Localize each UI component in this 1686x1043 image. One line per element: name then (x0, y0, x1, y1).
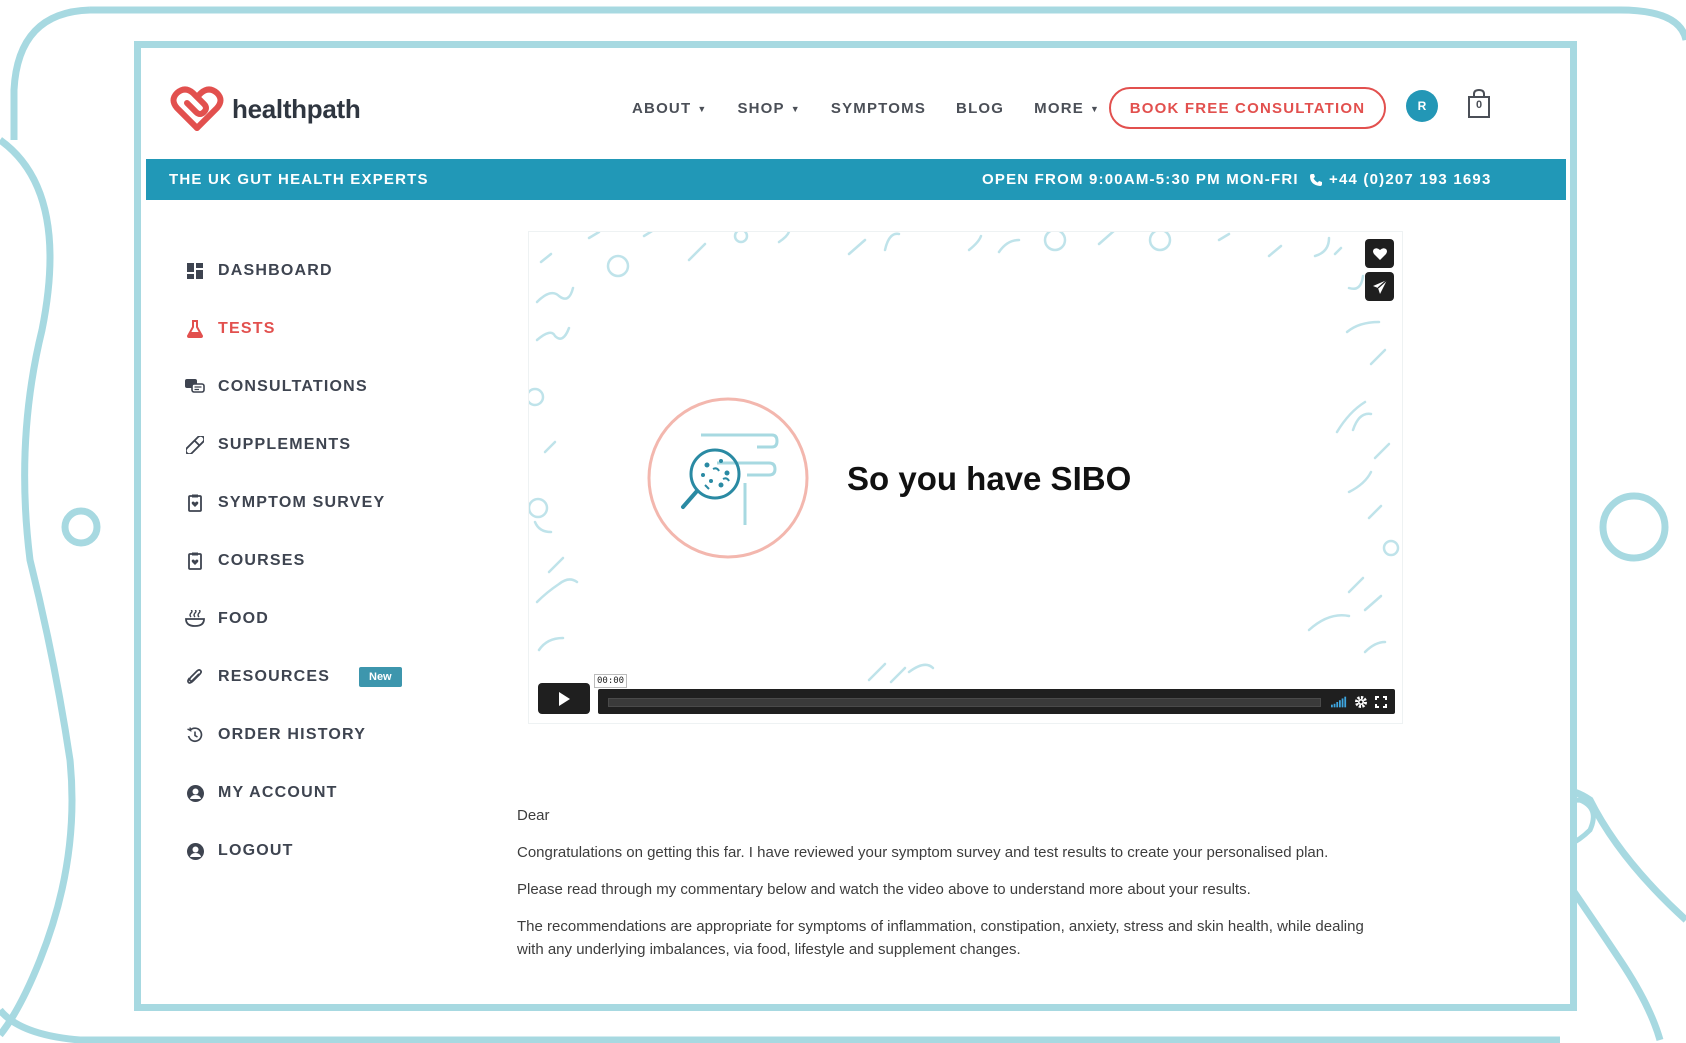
pill-icon (185, 435, 205, 455)
sidebar-item-label: LOGOUT (218, 842, 294, 859)
video-controls: 00:00 (538, 674, 1395, 714)
avatar[interactable]: R (1406, 90, 1438, 122)
sidebar-item-courses[interactable]: COURSES (185, 532, 475, 590)
like-button[interactable] (1365, 239, 1394, 268)
nav-more-label: MORE (1034, 100, 1084, 117)
caret-down-icon: ▼ (697, 103, 708, 114)
sidebar-item-label: DASHBOARD (218, 262, 333, 279)
caret-down-icon: ▼ (1089, 103, 1101, 114)
play-icon (559, 691, 570, 706)
microbe-magnifier-icon (647, 397, 809, 559)
heart-logo-icon (170, 86, 224, 131)
flask-icon (185, 319, 205, 339)
new-badge: New (359, 667, 402, 687)
sidebar-item-label: RESOURCES (218, 668, 331, 685)
play-button[interactable] (538, 683, 590, 714)
letter-greeting: Dear (517, 807, 550, 824)
site-header: healthpath ABOUT ▼ SHOP ▼ SYMPTOMS BLOG … (141, 48, 1570, 159)
video-player[interactable]: So you have SIBO 00:00 (528, 231, 1403, 724)
main-nav: ABOUT ▼ SHOP ▼ SYMPTOMS BLOG MORE ▼ (632, 100, 1130, 117)
sidebar-item-tests[interactable]: TESTS (185, 300, 475, 358)
user-icon (185, 841, 205, 861)
chat-icon (185, 377, 205, 397)
nav-more[interactable]: MORE ▼ (1034, 100, 1100, 117)
tagline: THE UK GUT HEALTH EXPERTS (169, 171, 429, 188)
control-bar (598, 689, 1395, 714)
bowl-icon (185, 609, 205, 629)
history-icon (185, 725, 205, 745)
video-title: So you have SIBO (847, 460, 1132, 497)
settings-gear-icon[interactable] (1353, 694, 1369, 710)
sidebar-item-label: TESTS (218, 320, 276, 337)
clipboard-icon (185, 493, 205, 513)
sidebar-item-logout[interactable]: LOGOUT (185, 822, 475, 880)
nav-blog-label: BLOG (956, 100, 1005, 117)
sidebar-item-label: COURSES (218, 552, 306, 569)
clipboard-icon (185, 551, 205, 571)
brand-logo[interactable]: healthpath (170, 86, 361, 132)
caret-down-icon: ▼ (790, 103, 801, 114)
phone-link[interactable]: +44 (0)207 193 1693 (1309, 171, 1492, 188)
sidebar-item-supplements[interactable]: SUPPLEMENTS (185, 416, 475, 474)
sidebar-item-label: MY ACCOUNT (218, 784, 338, 801)
nav-symptoms[interactable]: SYMPTOMS (831, 100, 926, 117)
cart-count: 0 (1475, 99, 1483, 111)
app-screen: healthpath ABOUT ▼ SHOP ▼ SYMPTOMS BLOG … (141, 48, 1570, 1004)
book-consultation-button[interactable]: BOOK FREE CONSULTATION (1109, 87, 1386, 129)
personal-plan-letter: Dear Congratulations on getting this far… (517, 804, 1367, 975)
sidebar-item-order-history[interactable]: ORDER HISTORY (185, 706, 475, 764)
opening-hours: OPEN FROM 9:00AM-5:30 PM MON-FRI (982, 171, 1299, 188)
paper-plane-icon (1372, 279, 1387, 294)
cart-button[interactable]: 0 (1465, 88, 1493, 120)
brand-name: healthpath (232, 93, 361, 124)
nav-shop[interactable]: SHOP ▼ (737, 100, 800, 117)
nav-about-label: ABOUT (632, 100, 692, 117)
phone-icon (1310, 173, 1322, 186)
heart-icon (1372, 247, 1387, 260)
nav-blog[interactable]: BLOG (956, 100, 1004, 117)
nav-shop-label: SHOP (737, 100, 785, 117)
nav-about[interactable]: ABOUT ▼ (632, 100, 707, 117)
timecode: 00:00 (594, 674, 628, 688)
sidebar-item-food[interactable]: FOOD (185, 590, 475, 648)
sidebar-item-consultations[interactable]: CONSULTATIONS (185, 358, 475, 416)
sidebar-item-resources[interactable]: RESOURCES New (185, 648, 475, 706)
sidebar-item-label: SUPPLEMENTS (218, 436, 352, 453)
fullscreen-icon[interactable] (1373, 694, 1389, 710)
sidebar-item-my-account[interactable]: MY ACCOUNT (185, 764, 475, 822)
letter-paragraph: The recommendations are appropriate for … (517, 918, 1364, 958)
info-bar: THE UK GUT HEALTH EXPERTS OPEN FROM 9:00… (146, 159, 1566, 200)
account-sidebar: DASHBOARD TESTS CONSULTATIONS SUPPLEMENT… (185, 242, 475, 880)
sidebar-item-label: CONSULTATIONS (218, 378, 368, 395)
sidebar-item-dashboard[interactable]: DASHBOARD (185, 242, 475, 300)
nav-symptoms-label: SYMPTOMS (830, 100, 927, 117)
progress-bar[interactable] (608, 698, 1321, 707)
phone-number: +44 (0)207 193 1693 (1329, 171, 1492, 188)
volume-icon[interactable] (1331, 694, 1347, 710)
letter-paragraph: Please read through my commentary below … (517, 881, 1251, 898)
sidebar-item-label: FOOD (218, 610, 270, 627)
letter-paragraph: Congratulations on getting this far. I h… (517, 844, 1329, 861)
dashboard-icon (185, 261, 205, 281)
user-icon (185, 783, 205, 803)
paperclip-icon (185, 667, 205, 687)
sidebar-item-label: SYMPTOM SURVEY (218, 494, 386, 511)
sidebar-item-label: ORDER HISTORY (218, 726, 367, 743)
share-button[interactable] (1365, 272, 1394, 301)
sidebar-item-symptom-survey[interactable]: SYMPTOM SURVEY (185, 474, 475, 532)
